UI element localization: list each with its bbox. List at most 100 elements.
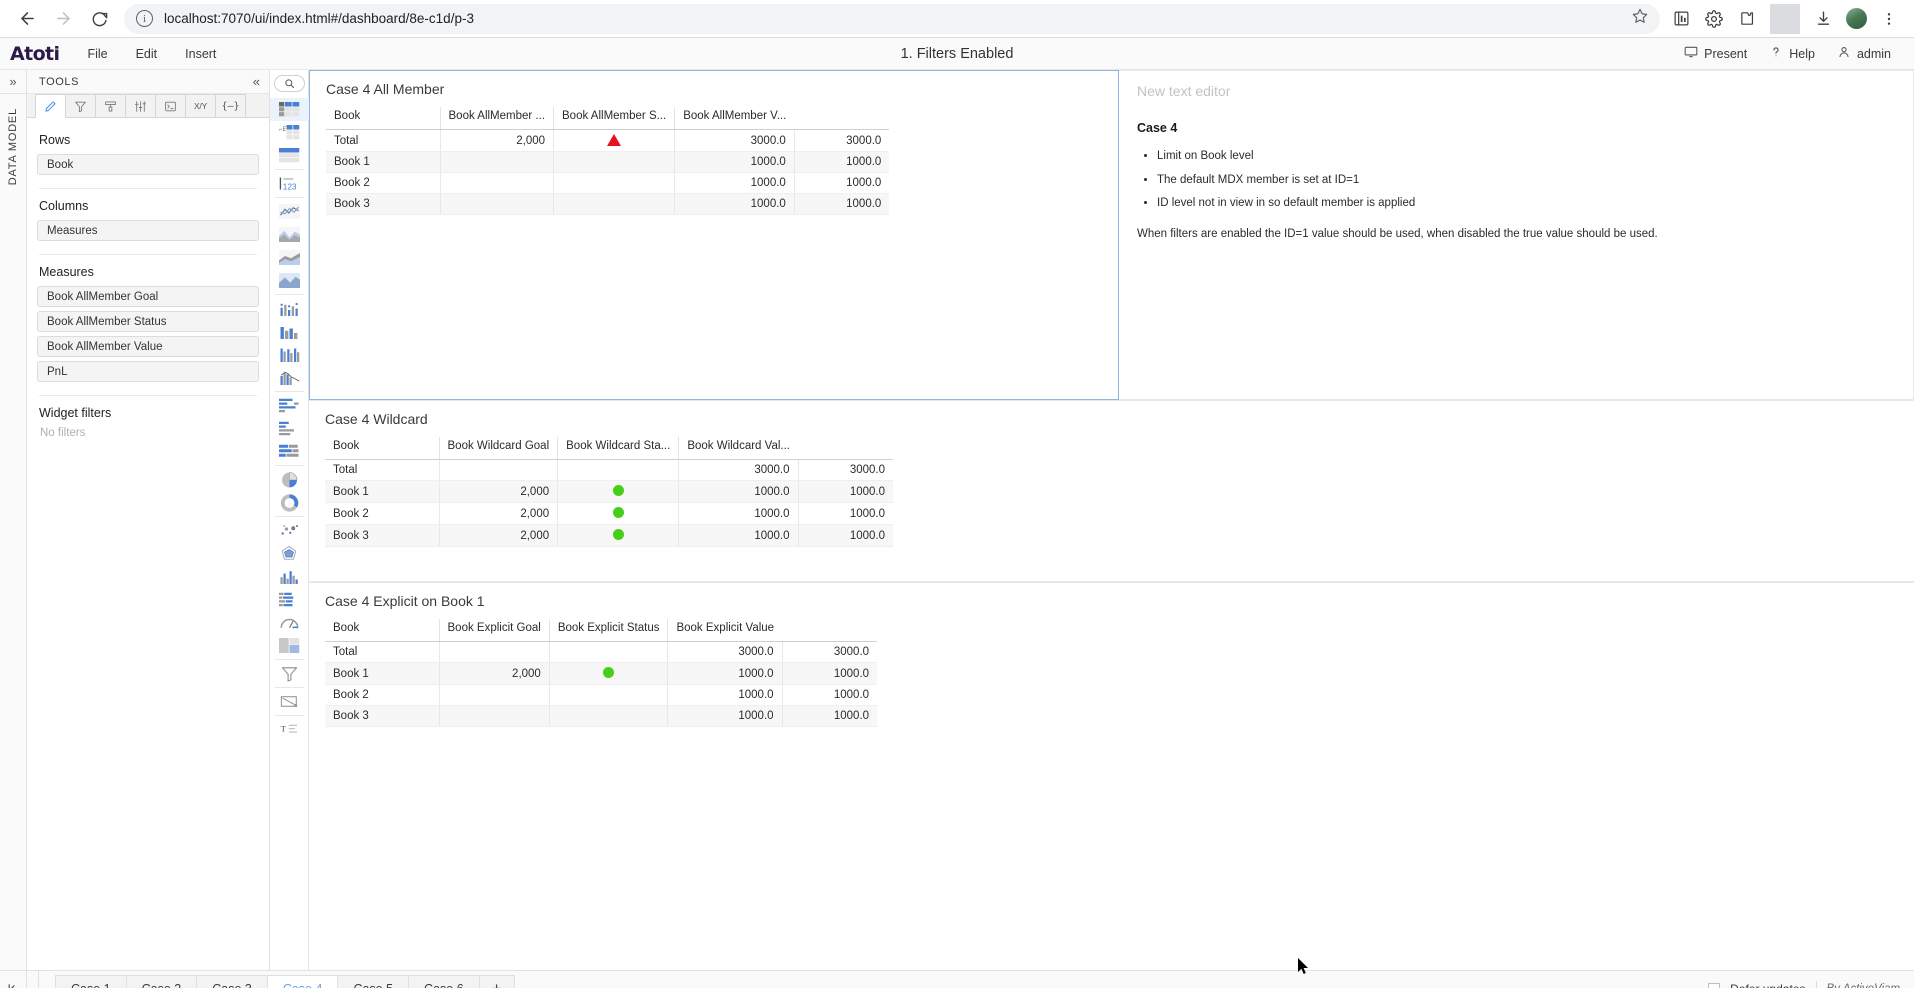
- add-tab-button[interactable]: +: [478, 974, 515, 988]
- kpi-number-icon[interactable]: 123: [270, 172, 309, 195]
- measure-item-0[interactable]: Book AllMember Goal: [37, 286, 259, 307]
- menu-insert[interactable]: Insert: [171, 38, 230, 70]
- tab-filters[interactable]: [65, 94, 96, 117]
- measure-item-1[interactable]: Book AllMember Status: [37, 311, 259, 332]
- back-icon[interactable]: [10, 2, 44, 36]
- tab-case-5[interactable]: Case 5: [337, 974, 410, 988]
- widget-case4-all-member[interactable]: Case 4 All Member Book Book AllMember ..…: [309, 70, 1119, 400]
- pivot-table-wildcard[interactable]: Book Book Wildcard Goal Book Wildcard St…: [325, 437, 893, 547]
- menu-edit[interactable]: Edit: [122, 38, 172, 70]
- donut-chart-icon[interactable]: [270, 491, 309, 514]
- col-header-pnl[interactable]: [782, 619, 878, 642]
- kebab-menu-icon[interactable]: [1874, 4, 1904, 34]
- extensions-puzzle-icon[interactable]: [1732, 4, 1762, 34]
- tab-console[interactable]: [155, 94, 186, 117]
- col-header-value[interactable]: Book AllMember V...: [674, 107, 795, 130]
- search-icon[interactable]: [273, 75, 305, 92]
- bar-chart-icon[interactable]: [270, 394, 309, 417]
- measure-item-2[interactable]: Book AllMember Value: [37, 336, 259, 357]
- tab-case-3[interactable]: Case 3: [196, 974, 268, 988]
- pivot-table-all-member[interactable]: Book Book AllMember ... Book AllMember S…: [326, 107, 890, 215]
- stacked-area-chart-icon[interactable]: [270, 246, 309, 269]
- table-row[interactable]: Book 1 2,000 1000.0 1000.0: [325, 480, 893, 503]
- chart-extension-icon[interactable]: [1666, 4, 1696, 34]
- tab-style[interactable]: [95, 94, 126, 117]
- col-header-book[interactable]: Book: [325, 619, 439, 642]
- col-header-book[interactable]: Book: [326, 107, 440, 130]
- menu-file[interactable]: File: [73, 38, 121, 70]
- pivot-table-explicit[interactable]: Book Book Explicit Goal Book Explicit St…: [325, 619, 878, 727]
- tab-case-1[interactable]: Case 1: [55, 974, 127, 988]
- collapse-left-icon[interactable]: [0, 971, 27, 988]
- columns-item-measures[interactable]: Measures: [37, 220, 259, 241]
- filter-widget-icon[interactable]: [270, 662, 309, 685]
- table-row[interactable]: Book 2 1000.0 1000.0: [326, 172, 890, 194]
- gantt-chart-icon[interactable]: [270, 588, 309, 611]
- tab-editor[interactable]: [35, 94, 66, 118]
- table-row[interactable]: Book 1 1000.0 1000.0: [326, 151, 890, 173]
- line-chart-icon[interactable]: [270, 200, 309, 223]
- combo-bar-chart-icon[interactable]: [270, 297, 309, 320]
- help-button[interactable]: Help: [1760, 45, 1824, 62]
- widget-case4-wildcard[interactable]: Case 4 Wildcard Book Book Wildcard Goal …: [309, 400, 1914, 582]
- table-row[interactable]: Book 2 2,000 1000.0 1000.0: [325, 502, 893, 525]
- histogram-icon[interactable]: [270, 565, 309, 588]
- flat-table-icon[interactable]: [270, 144, 309, 167]
- scatter-plot-icon[interactable]: [270, 519, 309, 542]
- user-button[interactable]: admin: [1828, 45, 1900, 62]
- table-row[interactable]: Book 3 1000.0 1000.0: [326, 193, 890, 215]
- pie-chart-icon[interactable]: [270, 468, 309, 491]
- table-row[interactable]: Total 3000.0 3000.0: [325, 459, 893, 481]
- col-header-status[interactable]: Book Wildcard Sta...: [557, 437, 679, 460]
- grouped-bar-chart-icon[interactable]: [270, 417, 309, 440]
- tab-case-2[interactable]: Case 2: [125, 974, 198, 988]
- widget-text-editor[interactable]: New text editor Case 4 Limit on Book lev…: [1119, 70, 1914, 400]
- gauge-icon[interactable]: [270, 611, 309, 634]
- text-editor-icon[interactable]: T: [270, 718, 309, 741]
- reload-icon[interactable]: [82, 2, 116, 36]
- col-header-goal[interactable]: Book Wildcard Goal: [438, 437, 558, 460]
- defer-updates-checkbox[interactable]: [1708, 982, 1721, 988]
- present-button[interactable]: Present: [1675, 45, 1756, 62]
- area-chart-icon[interactable]: [270, 223, 309, 246]
- table-row[interactable]: Book 3 2,000 1000.0 1000.0: [325, 524, 893, 547]
- col-header-status[interactable]: Book Explicit Status: [548, 619, 668, 642]
- col-header-status[interactable]: Book AllMember S...: [553, 107, 675, 130]
- chevrons-left-icon[interactable]: «: [253, 74, 260, 89]
- profile-avatar-icon[interactable]: [1841, 4, 1871, 34]
- table-row[interactable]: Total 2,000 3000.0 3000.0: [326, 129, 890, 152]
- waterfall-chart-icon[interactable]: [270, 366, 309, 389]
- col-header-pnl[interactable]: [794, 107, 890, 130]
- tree-table-icon[interactable]: ⌐E: [270, 121, 309, 144]
- chevrons-right-icon[interactable]: »: [0, 70, 26, 94]
- grouped-column-chart-icon[interactable]: [270, 343, 309, 366]
- measure-item-3[interactable]: PnL: [37, 361, 259, 382]
- tab-axis[interactable]: X/Y: [185, 94, 216, 117]
- table-row[interactable]: Book 1 2,000 1000.0 1000.0: [325, 662, 878, 685]
- col-header-book[interactable]: Book: [325, 437, 439, 460]
- table-row[interactable]: Book 3 1000.0 1000.0: [325, 705, 878, 727]
- rows-item-book[interactable]: Book: [37, 154, 259, 175]
- col-header-value[interactable]: Book Wildcard Val...: [678, 437, 798, 460]
- tab-case-4[interactable]: Case 4: [266, 974, 339, 988]
- col-header-pnl[interactable]: [798, 437, 893, 460]
- col-header-goal[interactable]: Book Explicit Goal: [438, 619, 550, 642]
- tab-settings[interactable]: [125, 94, 156, 117]
- layout-icon[interactable]: [270, 634, 309, 657]
- star-icon[interactable]: [1632, 8, 1648, 29]
- address-bar[interactable]: i localhost:7070/ui/index.html#/dashboar…: [124, 3, 1660, 34]
- radar-chart-icon[interactable]: [270, 542, 309, 565]
- table-row[interactable]: Total 3000.0 3000.0: [325, 641, 878, 663]
- download-icon[interactable]: [1808, 4, 1838, 34]
- pivot-table-icon[interactable]: [269, 98, 309, 121]
- col-header-goal[interactable]: Book AllMember ...: [439, 107, 554, 130]
- forward-icon[interactable]: [46, 2, 80, 36]
- column-chart-icon[interactable]: [270, 320, 309, 343]
- col-header-value[interactable]: Book Explicit Value: [667, 619, 783, 642]
- settings-gear-icon[interactable]: [1699, 4, 1729, 34]
- site-info-icon[interactable]: i: [136, 10, 153, 27]
- filled-area-chart-icon[interactable]: [270, 269, 309, 292]
- data-model-rail[interactable]: » DATA MODEL: [0, 70, 27, 970]
- stacked-bar-chart-icon[interactable]: [270, 440, 309, 463]
- table-row[interactable]: Book 2 1000.0 1000.0: [325, 684, 878, 706]
